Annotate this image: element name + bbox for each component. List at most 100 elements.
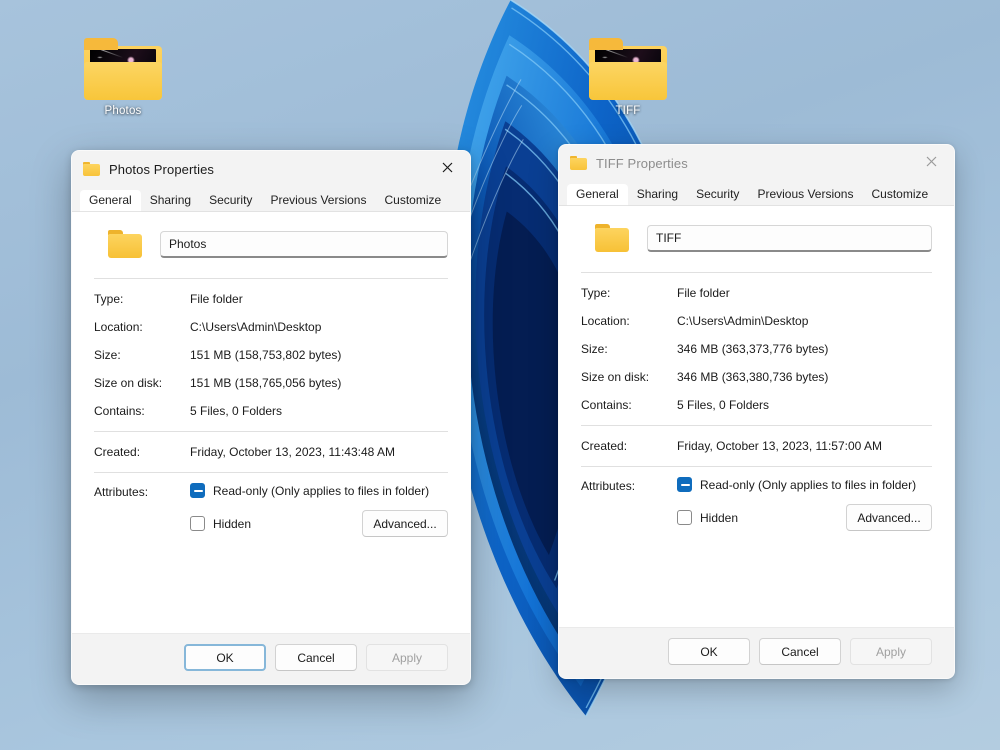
ok-button[interactable]: OK: [184, 644, 266, 671]
table-row: Location: C:\Users\Admin\Desktop: [581, 307, 932, 335]
panel-spacer: [581, 531, 932, 617]
table-row: Size on disk: 346 MB (363,380,736 bytes): [581, 363, 932, 391]
tab-general[interactable]: General: [567, 184, 628, 206]
info-key: Location:: [581, 314, 630, 328]
divider: [581, 272, 932, 273]
apply-button: Apply: [366, 644, 448, 671]
desktop-icon-label: TIFF: [615, 105, 641, 117]
divider: [94, 431, 448, 432]
hidden-checkbox[interactable]: [677, 510, 692, 525]
general-tab-panel: Type: File folder Location: C:\Users\Adm…: [72, 212, 470, 633]
window-title: Photos Properties: [109, 161, 215, 177]
readonly-label: Read-only (Only applies to files in fold…: [213, 483, 430, 498]
tab-previous-versions[interactable]: Previous Versions: [261, 190, 375, 212]
table-row: Size: 346 MB (363,373,776 bytes): [581, 335, 932, 363]
hidden-label: Hidden: [700, 510, 739, 525]
info-value: C:\Users\Admin\Desktop: [677, 314, 809, 328]
properties-dialog-tiff[interactable]: TIFF Properties General Sharing Security…: [558, 144, 955, 679]
table-row: Location: C:\Users\Admin\Desktop: [94, 313, 448, 341]
folder-tab-shape: [589, 38, 623, 50]
folder-front-shape: [84, 62, 162, 100]
tab-sharing[interactable]: Sharing: [628, 184, 687, 206]
info-value: 346 MB (363,373,776 bytes): [677, 342, 829, 356]
divider: [94, 472, 448, 473]
folder-name-input[interactable]: [160, 230, 448, 258]
folder-front-shape: [589, 62, 667, 100]
folder-icon: [589, 38, 667, 100]
tab-strip[interactable]: General Sharing Security Previous Versio…: [559, 181, 954, 206]
table-row: Created: Friday, October 13, 2023, 11:57…: [581, 432, 932, 460]
desktop-icon-label: Photos: [104, 105, 142, 117]
ok-button[interactable]: OK: [668, 638, 750, 665]
cancel-button[interactable]: Cancel: [759, 638, 841, 665]
title-bar[interactable]: TIFF Properties: [559, 145, 954, 181]
tab-security[interactable]: Security: [687, 184, 748, 206]
advanced-button[interactable]: Advanced...: [362, 510, 448, 537]
attributes-label: Attributes:: [581, 479, 636, 493]
properties-dialog-photos[interactable]: Photos Properties General Sharing Securi…: [71, 150, 471, 685]
tab-customize[interactable]: Customize: [862, 184, 937, 206]
hidden-label: Hidden: [213, 516, 252, 531]
info-key: Location:: [94, 320, 143, 334]
close-icon[interactable]: [425, 151, 470, 183]
table-row: Size: 151 MB (158,753,802 bytes): [94, 341, 448, 369]
info-key: Size:: [94, 348, 121, 362]
desktop-icon-photos[interactable]: Photos: [68, 38, 178, 117]
panel-spacer: [94, 537, 448, 623]
desktop-icon-tiff[interactable]: TIFF: [573, 38, 683, 117]
table-row: Created: Friday, October 13, 2023, 11:43…: [94, 438, 448, 466]
divider: [581, 466, 932, 467]
folder-name-row: [94, 226, 448, 272]
folder-icon: [570, 156, 587, 170]
table-row: Size on disk: 151 MB (158,765,056 bytes): [94, 369, 448, 397]
advanced-button[interactable]: Advanced...: [846, 504, 932, 531]
hidden-checkbox-row[interactable]: Hidden: [190, 516, 362, 531]
created-key: Created:: [581, 439, 628, 453]
created-table: Created: Friday, October 13, 2023, 11:43…: [94, 438, 448, 466]
folder-icon: [108, 230, 142, 258]
close-icon[interactable]: [909, 145, 954, 177]
tab-general[interactable]: General: [80, 190, 141, 212]
dialog-footer: OK Cancel Apply: [559, 627, 954, 678]
title-bar[interactable]: Photos Properties: [72, 151, 470, 187]
tab-sharing[interactable]: Sharing: [141, 190, 200, 212]
info-value: 5 Files, 0 Folders: [677, 398, 770, 412]
apply-button: Apply: [850, 638, 932, 665]
readonly-checkbox-row[interactable]: Read-only (Only applies to files in fold…: [190, 483, 448, 498]
cancel-button[interactable]: Cancel: [275, 644, 357, 671]
folder-icon: [83, 162, 100, 176]
table-row: Type: File folder: [581, 279, 932, 307]
tab-strip[interactable]: General Sharing Security Previous Versio…: [72, 187, 470, 212]
info-key: Size:: [581, 342, 608, 356]
folder-tab-shape: [84, 38, 118, 50]
info-key: Type:: [581, 286, 611, 300]
tab-customize[interactable]: Customize: [375, 190, 450, 212]
info-key: Size on disk:: [94, 376, 163, 390]
readonly-checkbox[interactable]: [190, 483, 205, 498]
info-key: Contains:: [581, 398, 632, 412]
divider: [581, 425, 932, 426]
folder-icon: [84, 38, 162, 100]
hidden-checkbox-row[interactable]: Hidden: [677, 510, 846, 525]
created-value: Friday, October 13, 2023, 11:57:00 AM: [677, 439, 883, 453]
hidden-and-advanced-row: Hidden Advanced...: [677, 504, 932, 531]
folder-info-table: Type: File folder Location: C:\Users\Adm…: [581, 279, 932, 419]
created-table: Created: Friday, October 13, 2023, 11:57…: [581, 432, 932, 460]
table-row: Contains: 5 Files, 0 Folders: [94, 397, 448, 425]
tab-previous-versions[interactable]: Previous Versions: [748, 184, 862, 206]
dialog-footer: OK Cancel Apply: [72, 633, 470, 684]
table-row: Type: File folder: [94, 285, 448, 313]
info-value: 151 MB (158,753,802 bytes): [190, 348, 342, 362]
info-key: Size on disk:: [581, 370, 650, 384]
tab-security[interactable]: Security: [200, 190, 261, 212]
attributes-row: Attributes: Read-only (Only applies to f…: [581, 473, 932, 531]
info-value: File folder: [677, 286, 730, 300]
general-tab-panel: Type: File folder Location: C:\Users\Adm…: [559, 206, 954, 627]
info-value: File folder: [190, 292, 243, 306]
folder-name-input[interactable]: [647, 224, 932, 252]
readonly-checkbox[interactable]: [677, 477, 692, 492]
info-key: Contains:: [94, 404, 145, 418]
folder-info-table: Type: File folder Location: C:\Users\Adm…: [94, 285, 448, 425]
hidden-checkbox[interactable]: [190, 516, 205, 531]
readonly-checkbox-row[interactable]: Read-only (Only applies to files in fold…: [677, 477, 932, 492]
